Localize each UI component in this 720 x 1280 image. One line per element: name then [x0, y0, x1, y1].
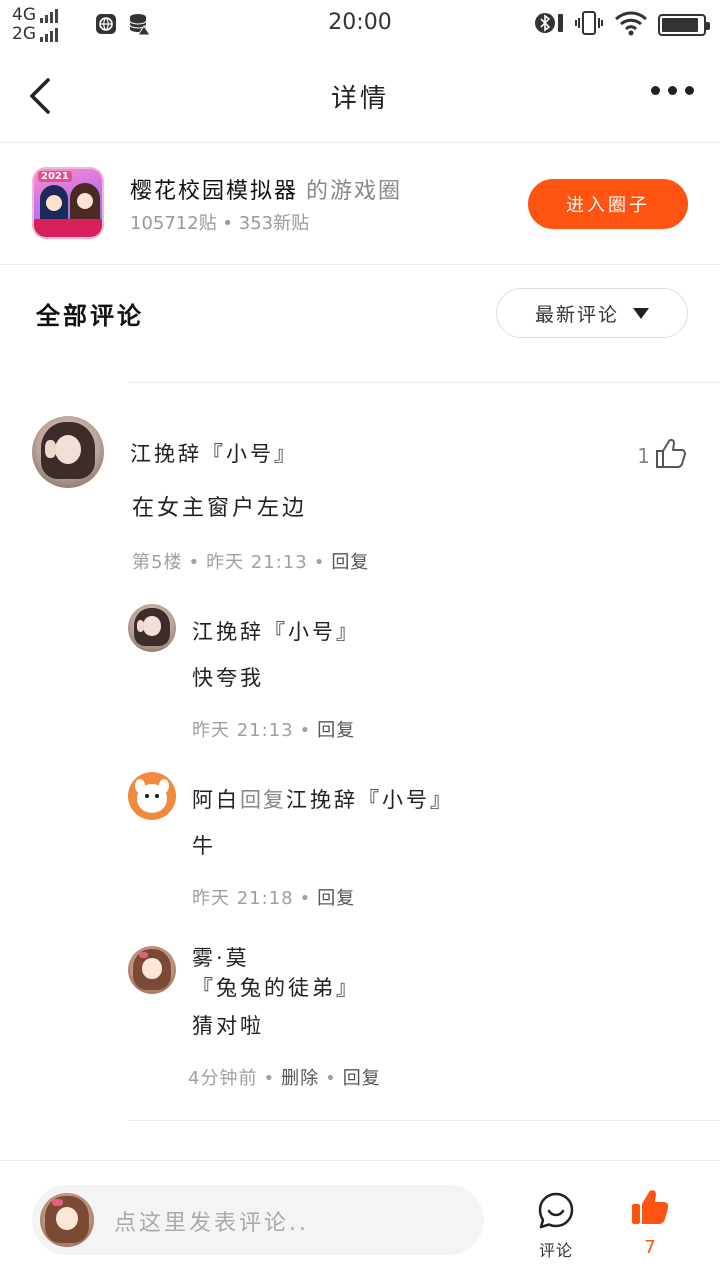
reply-author-line: 阿白回复江挽辞『小号』 — [192, 784, 454, 814]
game-icon-badge: 2021 — [38, 171, 72, 182]
comment-author[interactable]: 江挽辞『小号』 — [130, 438, 298, 468]
reply-meta: 昨天 21:13 • 回复 — [192, 720, 356, 741]
like-button[interactable]: 1 — [637, 436, 688, 475]
comment-floor: 第5楼 — [132, 552, 183, 573]
reply-text: 快夸我 — [192, 666, 264, 690]
reply-meta: 昨天 21:18 • 回复 — [192, 888, 356, 909]
avatar — [40, 1193, 94, 1247]
reply-text: 猜对啦 — [192, 1014, 264, 1038]
comments-title: 全部评论 — [36, 302, 144, 330]
game-name: 樱花校园模拟器 — [130, 179, 299, 204]
avatar[interactable] — [128, 772, 176, 820]
vibrate-icon — [574, 10, 604, 40]
reply-time: 昨天 21:18 — [192, 888, 294, 909]
reply-author-tag: 『兔兔的徒弟』 — [192, 976, 360, 1000]
comment-time: 昨天 21:13 — [206, 552, 308, 573]
reply-button[interactable]: 回复 — [331, 552, 369, 573]
sort-caret-icon — [633, 307, 649, 319]
reply-author[interactable]: 阿白 — [192, 788, 240, 812]
enter-circle-button[interactable]: 进入圈子 — [528, 179, 688, 229]
reply-button[interactable]: 回复 — [343, 1068, 381, 1089]
comment-bubble-icon — [536, 1192, 576, 1235]
comment-input-placeholder: 点这里发表评论.. — [114, 1211, 309, 1236]
avatar[interactable] — [32, 416, 104, 488]
reply-button[interactable]: 回复 — [317, 888, 355, 909]
reply-word: 回复 — [240, 788, 286, 812]
like-count: 1 — [637, 443, 650, 468]
avatar[interactable] — [128, 946, 176, 994]
post-like-count: 7 — [644, 1237, 656, 1258]
avatar[interactable] — [128, 604, 176, 652]
comment-button[interactable]: 评论 — [530, 1191, 582, 1261]
reply-button[interactable]: 回复 — [317, 720, 355, 741]
more-dots-icon[interactable] — [651, 86, 694, 95]
thumbs-up-icon — [630, 1190, 670, 1231]
sort-dropdown[interactable]: 最新评论 — [496, 288, 688, 338]
circle-suffix: 的游戏圈 — [306, 179, 403, 204]
comment-button-label: 评论 — [538, 1241, 573, 1260]
battery-icon — [658, 14, 710, 36]
game-icon[interactable]: 2021 — [32, 167, 104, 239]
nav-bar: 详情 — [0, 48, 720, 143]
reply-text: 牛 — [192, 834, 216, 858]
circle-stats: 105712贴 • 353新贴 — [130, 213, 310, 234]
wifi-icon — [614, 10, 648, 40]
reply-author[interactable]: 江挽辞『小号』 — [192, 616, 360, 646]
comment-text: 在女主窗户左边 — [132, 496, 308, 521]
bottom-bar: 点这里发表评论.. 评论 7 — [0, 1160, 720, 1280]
divider — [128, 1120, 720, 1121]
bluetooth-icon — [534, 10, 564, 40]
circle-name: 樱花校园模拟器 的游戏圈 — [130, 173, 402, 205]
divider — [128, 382, 720, 383]
reply-author[interactable]: 雾·莫 — [192, 942, 250, 972]
status-bar: 4G 2G 20:00 — [0, 0, 720, 48]
game-circle-card[interactable]: 2021 樱花校园模拟器 的游戏圈 105712贴 • 353新贴 进入圈子 — [0, 143, 720, 265]
comment-input[interactable]: 点这里发表评论.. — [32, 1185, 484, 1255]
thumbs-up-icon — [654, 436, 688, 475]
sort-label: 最新评论 — [534, 303, 619, 326]
reply-meta: 4分钟前 • 删除 • 回复 — [188, 1068, 381, 1089]
delete-button[interactable]: 删除 — [281, 1068, 319, 1089]
reply-time: 4分钟前 — [188, 1068, 258, 1089]
reply-target[interactable]: 江挽辞『小号』 — [286, 788, 454, 812]
post-like-button[interactable]: 7 — [626, 1187, 674, 1258]
comment-meta: 第5楼 • 昨天 21:13 • 回复 — [132, 552, 370, 573]
page-title: 详情 — [330, 84, 389, 114]
reply-time: 昨天 21:13 — [192, 720, 294, 741]
